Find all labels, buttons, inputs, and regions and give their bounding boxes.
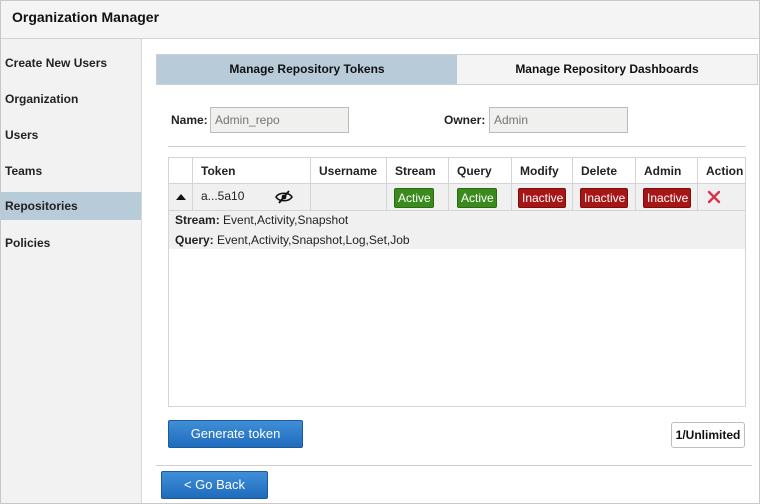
- name-label: Name:: [171, 113, 208, 127]
- table-header-action: Action: [698, 158, 745, 184]
- delete-cell: Inactive: [573, 184, 636, 211]
- query-status-badge[interactable]: Active: [457, 188, 497, 208]
- token-count-badge: 1/Unlimited: [671, 422, 745, 448]
- caret-up-icon[interactable]: [176, 194, 186, 200]
- username-cell: [311, 184, 387, 211]
- delete-status-badge[interactable]: Inactive: [580, 188, 628, 208]
- token-value: a...5a10: [201, 189, 245, 203]
- table-header-expand: [169, 158, 193, 184]
- sidebar: Create New Users Organization Users Team…: [1, 39, 142, 503]
- table-header-token: Token: [193, 158, 311, 184]
- app-title: Organization Manager: [12, 9, 160, 25]
- sidebar-item-organization[interactable]: Organization: [1, 85, 141, 113]
- query-detail-value: Event,Activity,Snapshot,Log,Set,Job: [213, 233, 410, 247]
- sidebar-item-create-new-users[interactable]: Create New Users: [1, 49, 141, 77]
- tab-manage-repository-tokens[interactable]: Manage Repository Tokens: [157, 55, 457, 84]
- table-header-delete: Delete: [573, 158, 636, 184]
- tab-manage-repository-dashboards[interactable]: Manage Repository Dashboards: [457, 55, 757, 84]
- table-header-stream: Stream: [387, 158, 449, 184]
- table-header-query: Query: [449, 158, 512, 184]
- expand-cell: [169, 184, 193, 211]
- stream-detail: Stream: Event,Activity,Snapshot: [175, 213, 348, 227]
- query-detail: Query: Event,Activity,Snapshot,Log,Set,J…: [175, 233, 410, 247]
- title-bar: Organization Manager: [1, 1, 759, 39]
- query-detail-label: Query:: [175, 233, 214, 247]
- sidebar-item-repositories[interactable]: Repositories: [1, 192, 141, 220]
- query-cell: Active: [449, 184, 512, 211]
- table-header-modify: Modify: [512, 158, 573, 184]
- table-header-admin: Admin: [636, 158, 698, 184]
- eye-slash-icon[interactable]: [275, 189, 293, 205]
- form-divider: [168, 146, 746, 147]
- table-header-username: Username: [311, 158, 387, 184]
- main-panel: Manage Repository Tokens Manage Reposito…: [142, 39, 759, 503]
- app-window: Organization Manager Create New Users Or…: [0, 0, 760, 504]
- modify-status-badge[interactable]: Inactive: [518, 188, 566, 208]
- tokens-table: Token Username Stream Query Modify Delet…: [168, 157, 746, 407]
- go-back-button[interactable]: < Go Back: [161, 471, 268, 499]
- stream-detail-value: Event,Activity,Snapshot: [219, 213, 349, 227]
- sidebar-item-teams[interactable]: Teams: [1, 157, 141, 185]
- token-cell: a...5a10: [193, 184, 311, 211]
- delete-x-icon[interactable]: [707, 190, 721, 204]
- stream-cell: Active: [387, 184, 449, 211]
- modify-cell: Inactive: [512, 184, 573, 211]
- tab-bar: Manage Repository Tokens Manage Reposito…: [156, 54, 758, 85]
- admin-status-badge[interactable]: Inactive: [643, 188, 691, 208]
- token-details: Stream: Event,Activity,Snapshot Query: E…: [169, 211, 745, 249]
- admin-cell: Inactive: [636, 184, 698, 211]
- stream-status-badge[interactable]: Active: [394, 188, 434, 208]
- owner-label: Owner:: [444, 113, 486, 127]
- action-cell: [698, 184, 745, 211]
- sidebar-item-users[interactable]: Users: [1, 121, 141, 149]
- name-input[interactable]: [210, 107, 349, 133]
- sidebar-item-policies[interactable]: Policies: [1, 229, 141, 257]
- owner-input[interactable]: [489, 107, 628, 133]
- table-row: a...5a10 Active Active Inactive Inactive…: [169, 184, 745, 211]
- footer-divider: [156, 465, 752, 466]
- generate-token-button[interactable]: Generate token: [168, 420, 303, 448]
- stream-detail-label: Stream:: [175, 213, 220, 227]
